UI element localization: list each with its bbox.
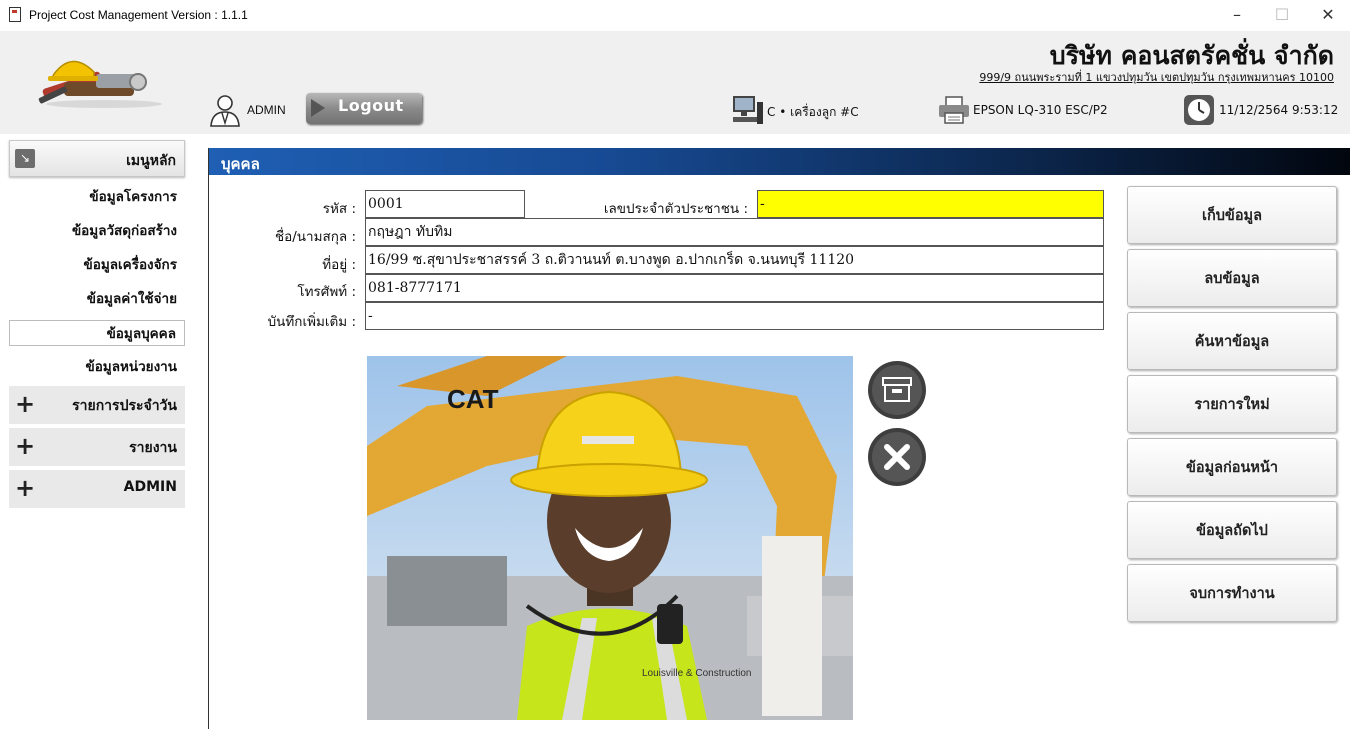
close-window-button[interactable]: ✕ <box>1313 4 1343 26</box>
printer-label: EPSON LQ-310 ESC/P2 <box>973 103 1108 117</box>
sidebar-item-machinery[interactable]: ข้อมูลเครื่องจักร <box>9 252 185 278</box>
sidebar-item-expenses[interactable]: ข้อมูลค่าใช้จ่าย <box>9 286 185 312</box>
save-button[interactable]: เก็บข้อมูล <box>1127 186 1337 244</box>
address-label: ที่อยู่ : <box>322 257 356 273</box>
panel-header: บุคคล <box>209 148 1350 175</box>
id-label: รหัส : <box>322 201 356 217</box>
sidebar-group-reports[interactable]: + รายงาน <box>9 428 185 466</box>
computer-icon <box>733 96 763 124</box>
sidebar-item-persons[interactable]: ข้อมูลบุคคล <box>9 320 185 346</box>
app-icon <box>9 7 21 22</box>
svg-text:Louisville & Construction: Louisville & Construction <box>642 668 752 679</box>
plus-icon: + <box>15 474 36 502</box>
svg-text:CAT: CAT <box>447 384 499 414</box>
search-button[interactable]: ค้นหาข้อมูล <box>1127 312 1337 370</box>
sidebar-group-admin[interactable]: + ADMIN <box>9 470 185 508</box>
id-card-field[interactable]: - <box>757 190 1104 218</box>
sidebar-group-daily[interactable]: + รายการประจำวัน <box>9 386 185 424</box>
datetime-label: 11/12/2564 9:53:12 <box>1219 103 1339 117</box>
person-panel: บุคคล รหัส : เลขประจำตัวประชาชน : ชื่อ/น… <box>208 148 1350 729</box>
next-record-button[interactable]: ข้อมูลถัดไป <box>1127 501 1337 559</box>
photo-brand-text: CAT <box>447 384 499 414</box>
computer-label: C • เครื่องลูก #C <box>767 105 859 119</box>
id-field[interactable]: 0001 <box>365 190 525 218</box>
plus-icon: + <box>15 390 36 418</box>
plus-icon: + <box>15 432 36 460</box>
name-field[interactable]: กฤษฎา ทับทิม <box>365 218 1104 246</box>
phone-field[interactable]: 081-8777171 <box>365 274 1104 302</box>
arrow-down-right-icon: ↘ <box>15 149 35 168</box>
current-user: ADMIN <box>247 103 286 117</box>
sidebar-item-project[interactable]: ข้อมูลโครงการ <box>9 184 185 210</box>
address-field[interactable]: 16/99 ซ.สุขาประชาสรรค์ 3 ถ.ติวานนท์ ต.บา… <box>365 246 1104 274</box>
archive-icon[interactable] <box>867 360 927 420</box>
logout-label: Logout <box>338 96 404 115</box>
close-icon[interactable] <box>867 427 927 487</box>
arrow-right-icon <box>311 99 325 117</box>
printer-icon <box>939 96 969 124</box>
photo-vest-text: Louisville & Construction <box>642 668 752 679</box>
note-field[interactable]: - <box>365 302 1104 330</box>
panel-title: บุคคล <box>221 155 260 173</box>
sidebar-item-materials[interactable]: ข้อมูลวัสดุก่อสร้าง <box>9 218 185 244</box>
person-photo: CAT Louisville & Construction <box>367 356 853 720</box>
main-menu-label: เมนูหลัก <box>126 153 176 169</box>
exit-button[interactable]: จบการทำงาน <box>1127 564 1337 622</box>
note-label: บันทึกเพิ่มเติม : <box>267 314 356 330</box>
minimize-button[interactable]: – <box>1222 4 1252 26</box>
sidebar-group-label: รายการประจำวัน <box>72 398 177 414</box>
previous-record-button[interactable]: ข้อมูลก่อนหน้า <box>1127 438 1337 496</box>
user-icon <box>210 95 240 127</box>
phone-label: โทรศัพท์ : <box>297 284 356 300</box>
sidebar-group-label: ADMIN <box>123 479 177 495</box>
id-card-label: เลขประจำตัวประชาชน : <box>603 201 748 217</box>
sidebar-item-departments[interactable]: ข้อมูลหน่วยงาน <box>9 354 185 380</box>
construction-logo-icon <box>38 60 162 108</box>
logout-button[interactable]: Logout <box>306 93 422 124</box>
main-menu-button[interactable]: ↘ เมนูหลัก <box>9 140 185 177</box>
company-address: 999/9 ถนนพระรามที่ 1 แขวงปทุมวัน เขตปทุม… <box>979 71 1334 84</box>
delete-button[interactable]: ลบข้อมูล <box>1127 249 1337 307</box>
sidebar-group-label: รายงาน <box>129 440 177 456</box>
maximize-button[interactable]: ☐ <box>1267 4 1297 26</box>
window-titlebar: Project Cost Management Version : 1.1.1 … <box>0 0 1350 31</box>
new-record-button[interactable]: รายการใหม่ <box>1127 375 1337 433</box>
name-label: ชื่อ/นามสกุล : <box>274 229 356 245</box>
window-title: Project Cost Management Version : 1.1.1 <box>29 8 248 22</box>
clock-icon <box>1184 95 1214 125</box>
